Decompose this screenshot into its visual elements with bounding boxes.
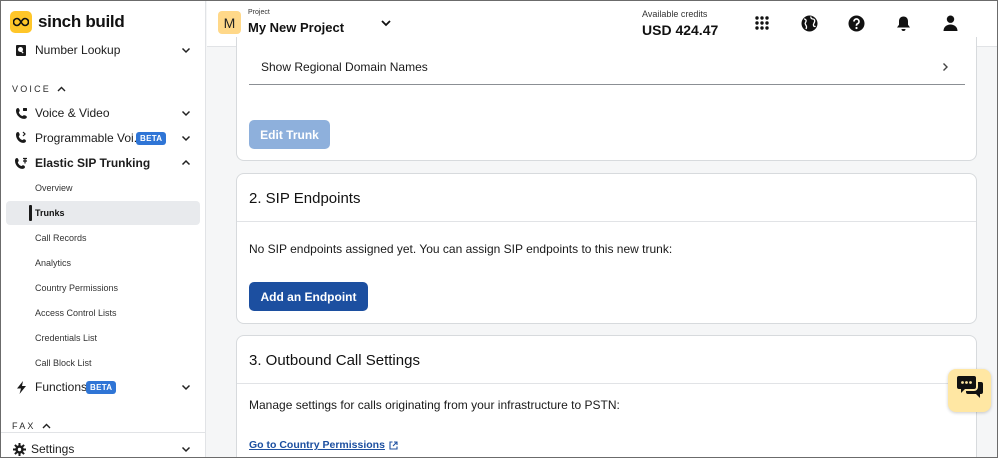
edit-trunk-button[interactable]: Edit Trunk	[249, 120, 330, 149]
outbound-call-settings-title: 3. Outbound Call Settings	[249, 352, 420, 369]
book-icon	[14, 43, 28, 57]
credits-label: Available credits	[642, 9, 708, 19]
project-name[interactable]: My New Project	[248, 20, 344, 35]
sip-endpoints-card: 2. SIP Endpoints No SIP endpoints assign…	[236, 173, 977, 324]
sidebar-subitem-overview[interactable]: Overview	[6, 176, 200, 200]
sidebar-subitem-analytics[interactable]: Analytics	[6, 251, 200, 275]
sip-endpoints-title: 2. SIP Endpoints	[249, 190, 361, 207]
brand-logo[interactable]: sinch build	[10, 10, 125, 34]
sidebar-item-label: Elastic SIP Trunking	[35, 156, 151, 170]
bolt-icon	[14, 380, 28, 394]
help-icon[interactable]	[846, 13, 866, 33]
project-dropdown-chevron-icon[interactable]	[379, 16, 393, 30]
chevron-up-icon	[181, 159, 191, 166]
go-to-country-permissions-link[interactable]: Go to Country Permissions	[249, 439, 398, 451]
chevron-down-icon	[181, 135, 191, 142]
chevron-up-icon	[57, 86, 66, 92]
chevron-down-icon	[181, 110, 191, 117]
app-window: sinch build Number Lookup VOICE Voice & …	[0, 0, 998, 458]
user-icon[interactable]	[940, 13, 960, 33]
external-link-icon	[389, 440, 398, 450]
card-divider	[237, 383, 976, 384]
card-divider	[237, 221, 976, 222]
sidebar-subitem-access-control-lists[interactable]: Access Control Lists	[6, 301, 200, 325]
brand-name: sinch build	[38, 12, 125, 31]
gear-icon	[12, 442, 26, 456]
sidebar-item-voice-video[interactable]: Voice & Video	[1, 101, 206, 125]
sidebar-item-label: Functions	[35, 380, 88, 394]
sidebar-item-label: Settings	[31, 442, 75, 456]
sidebar-subitem-credentials-list[interactable]: Credentials List	[6, 326, 200, 350]
sidebar-item-label: Programmable Voi...	[35, 131, 144, 145]
outbound-call-settings-message: Manage settings for calls originating fr…	[249, 398, 620, 412]
chat-icon	[956, 375, 984, 406]
sidebar-item-label: Number Lookup	[35, 43, 121, 57]
section-heading-fax[interactable]: FAX	[12, 421, 51, 431]
globe-icon[interactable]	[799, 13, 819, 33]
sidebar-item-settings[interactable]: Settings	[1, 437, 206, 457]
outbound-call-settings-card: 3. Outbound Call Settings Manage setting…	[236, 335, 977, 457]
sidebar-item-label: Voice & Video	[35, 106, 110, 120]
sidebar-subitem-country-permissions[interactable]: Country Permissions	[6, 276, 200, 300]
chevron-right-icon	[943, 62, 948, 71]
beta-badge: BETA	[86, 381, 117, 394]
add-endpoint-button[interactable]: Add an Endpoint	[249, 282, 368, 311]
chevron-down-icon	[181, 384, 191, 391]
sidebar-item-elastic-sip-trunking[interactable]: Elastic SIP Trunking	[1, 151, 206, 175]
sip-endpoints-message: No SIP endpoints assigned yet. You can a…	[249, 242, 673, 256]
show-regional-domain-names-row[interactable]: Show Regional Domain Names	[249, 49, 965, 85]
sidebar-subitem-trunks[interactable]: Trunks	[6, 201, 200, 225]
sip-trunking-icon	[14, 156, 28, 170]
programmable-voice-icon	[14, 131, 28, 145]
sidebar-subitem-call-block-list[interactable]: Call Block List	[6, 351, 200, 375]
sidebar-subitem-call-records[interactable]: Call Records	[6, 226, 200, 250]
project-label: Project	[248, 9, 270, 16]
credits-value: USD 424.47	[642, 22, 719, 38]
beta-badge: BETA	[136, 132, 167, 145]
brand-mark-icon	[10, 11, 32, 33]
trunk-details-card: Show Regional Domain Names Edit Trunk	[236, 37, 977, 161]
sidebar-item-programmable-voice[interactable]: Programmable Voi... BETA	[1, 126, 206, 150]
sidebar: sinch build Number Lookup VOICE Voice & …	[1, 1, 206, 457]
chat-support-button[interactable]	[948, 369, 991, 412]
sidebar-divider	[1, 432, 206, 433]
section-heading-voice[interactable]: VOICE	[12, 84, 66, 94]
chevron-up-icon	[42, 423, 51, 429]
chevron-down-icon	[181, 47, 191, 54]
bell-icon[interactable]	[893, 13, 913, 33]
sidebar-item-number-lookup[interactable]: Number Lookup	[1, 38, 206, 62]
voice-video-icon	[14, 106, 28, 120]
project-avatar[interactable]: M	[218, 11, 241, 34]
chevron-down-icon	[181, 446, 191, 453]
apps-grid-icon[interactable]	[752, 13, 772, 33]
sidebar-item-functions[interactable]: Functions BETA	[1, 375, 206, 399]
